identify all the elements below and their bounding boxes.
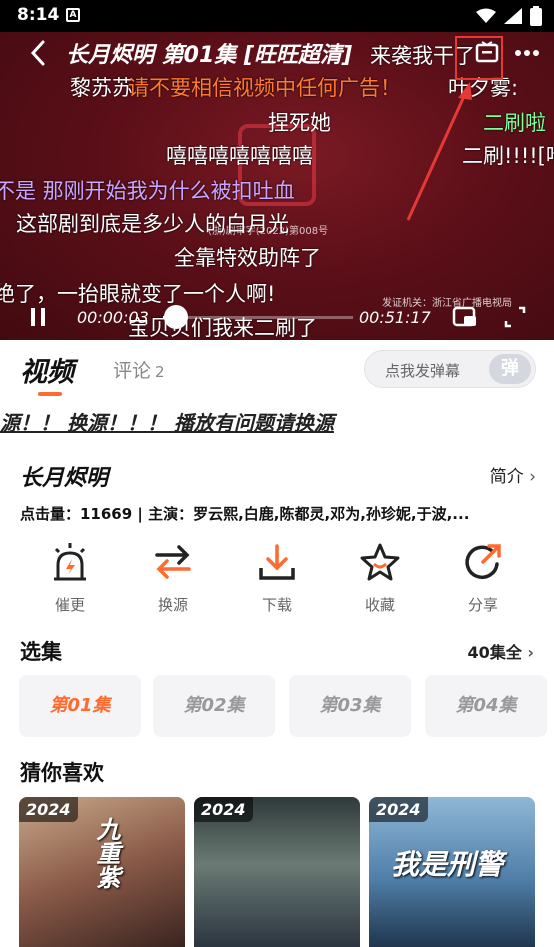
action-row: 催更 换源 下载 收藏 分享 — [0, 540, 554, 620]
recommend-card[interactable]: 2024 — [194, 797, 360, 947]
recommend-card[interactable]: 2024 九重紫 — [19, 797, 185, 947]
episode-item[interactable]: 第01集 — [19, 675, 141, 737]
episode-item[interactable]: 第03集 — [289, 675, 411, 737]
video-player[interactable]: (浙)剧审字(2022)第008号 来袭我干了 黎苏苏 请不要相信视频中任何广告！叶… — [0, 32, 554, 340]
swap-icon — [155, 545, 191, 579]
card-year-badge: 2024 — [194, 797, 253, 822]
danmaku-toggle-icon[interactable]: 弹 — [489, 354, 531, 384]
card-title: 九重紫 — [92, 817, 120, 889]
notification-a-icon: A — [66, 8, 80, 22]
download-button[interactable]: 下载 — [237, 540, 317, 615]
share-button[interactable]: 分享 — [443, 540, 523, 615]
duration: 00:51:17 — [359, 308, 431, 327]
pip-icon[interactable] — [452, 305, 478, 329]
alarm-icon — [54, 543, 86, 581]
source-notice[interactable]: 源！！ 换源！！！ 播放有问题请换源 — [0, 407, 334, 436]
action-label: 换源 — [157, 596, 188, 614]
signal-icon — [504, 8, 522, 24]
series-title: 长月烬明 — [20, 466, 109, 491]
series-meta: 点击量：11669 | 主演：罗云熙,白鹿,陈都灵,邓为,孙珍妮,于波,... — [20, 505, 470, 523]
tab-video[interactable]: 视频 — [20, 350, 74, 389]
status-bar: 8:14 A — [0, 0, 554, 32]
episodes-all-button[interactable]: 40集全 › — [468, 639, 534, 663]
fullscreen-icon[interactable] — [503, 305, 527, 329]
recommend-card[interactable]: 2024 我是刑警 — [369, 797, 535, 947]
battery-icon — [530, 6, 542, 26]
action-label: 分享 — [467, 596, 498, 614]
action-label: 催更 — [54, 596, 85, 614]
star-icon — [360, 543, 400, 581]
pause-icon[interactable] — [29, 306, 47, 328]
status-time: 8:14 — [17, 5, 60, 25]
chevron-right-icon: › — [529, 467, 536, 487]
switch-source-button[interactable]: 换源 — [133, 540, 213, 615]
download-icon — [259, 544, 295, 580]
action-label: 收藏 — [364, 596, 395, 614]
episodes-total: 40集全 — [467, 643, 522, 662]
chevron-right-icon: › — [527, 643, 534, 662]
progress-bar[interactable] — [163, 305, 353, 329]
urge-update-button[interactable]: 催更 — [30, 540, 110, 615]
episodes-title: 选集 — [20, 640, 62, 664]
favorite-button[interactable]: 收藏 — [340, 540, 420, 615]
tab-comments-label: 评论 — [113, 360, 152, 382]
send-danmaku-button[interactable]: 点我发弹幕 弹 — [364, 350, 536, 388]
send-danmaku-label: 点我发弹幕 — [385, 362, 461, 380]
card-year-badge: 2024 — [19, 797, 78, 822]
comment-count: 2 — [155, 363, 165, 381]
intro-button[interactable]: 简介 › — [490, 462, 536, 487]
tab-comments[interactable]: 评论 2 — [113, 356, 165, 383]
system-icons — [476, 6, 542, 26]
card-title: 我是刑警 — [391, 848, 504, 881]
share-icon — [465, 544, 501, 580]
intro-label: 简介 — [489, 467, 524, 487]
player-controls: 00:00:03 00:51:17 — [0, 294, 554, 340]
action-label: 下载 — [261, 596, 292, 614]
content-tabs: 视频 评论 2 点我发弹幕 弹 — [0, 340, 554, 400]
card-year-badge: 2024 — [369, 797, 428, 822]
episode-item[interactable]: 第02集 — [153, 675, 275, 737]
current-time: 00:00:03 — [77, 308, 149, 327]
wifi-icon — [476, 8, 496, 23]
recommend-title: 猜你喜欢 — [20, 761, 104, 785]
progress-knob[interactable] — [164, 305, 189, 329]
episode-item[interactable]: 第04集 — [425, 675, 547, 737]
tab-active-indicator — [38, 392, 62, 396]
